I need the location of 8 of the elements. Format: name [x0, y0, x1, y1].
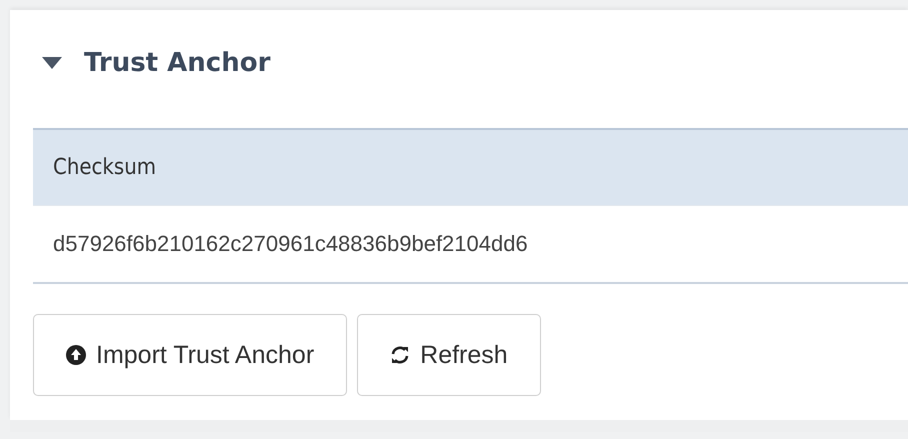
- import-button[interactable]: Import Trust Anchor: [33, 314, 348, 396]
- refresh-icon: [390, 345, 410, 365]
- section-title: Trust Anchor: [84, 48, 270, 78]
- column-header: Checksum: [33, 130, 908, 205]
- table-cell: d57926f6b210162c270961c48836b9bef2104dd6: [33, 205, 908, 282]
- upload-icon: [66, 345, 86, 365]
- refresh-button[interactable]: Refresh: [357, 314, 541, 396]
- section-header[interactable]: Trust Anchor: [33, 10, 908, 88]
